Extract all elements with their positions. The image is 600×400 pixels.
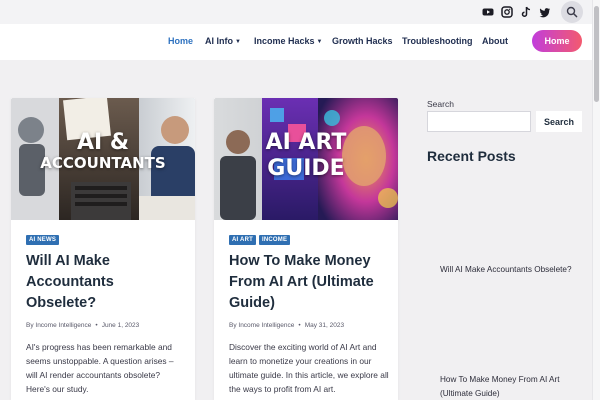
post-tags: AI NEWS <box>26 235 60 245</box>
post-card: AI & ACCOUNTANTS AI NEWS Will AI Make Ac… <box>11 98 195 400</box>
home-button[interactable]: Home <box>532 30 582 52</box>
sidebar-search-label: Search <box>427 99 454 109</box>
tag-badge[interactable]: AI NEWS <box>26 235 60 245</box>
nav-growth-hacks[interactable]: Growth Hacks <box>332 36 393 46</box>
scrollbar-thumb[interactable] <box>594 6 599 102</box>
recent-post-link[interactable]: Will AI Make Accountants Obselete? <box>440 263 590 277</box>
post-date: May 31, 2023 <box>304 322 345 329</box>
nav-about[interactable]: About <box>482 36 508 46</box>
youtube-icon[interactable] <box>481 5 495 19</box>
meta-separator: • <box>95 322 98 329</box>
nav-income-hacks-label: Income Hacks <box>254 36 315 46</box>
post-card: AI ART GUIDE AI ART INCOME How To Make M… <box>214 98 398 400</box>
post-title[interactable]: Will AI Make Accountants Obselete? <box>26 251 186 314</box>
nav-ai-info-label: AI Info <box>205 36 233 46</box>
post-author[interactable]: By Income Intelligence <box>229 322 294 329</box>
nav-income-hacks[interactable]: Income Hacks ▼ <box>254 36 322 46</box>
top-bar <box>0 0 600 24</box>
search-icon[interactable] <box>561 1 583 23</box>
nav-home[interactable]: Home <box>168 36 193 46</box>
meta-separator: • <box>298 322 301 329</box>
post-tags: AI ART INCOME <box>229 235 291 245</box>
image-caption-bottom: GUIDE <box>267 156 345 181</box>
tag-badge[interactable]: INCOME <box>258 235 291 245</box>
post-date: June 1, 2023 <box>101 322 140 329</box>
twitter-icon[interactable] <box>538 5 552 19</box>
chevron-down-icon: ▼ <box>235 39 241 45</box>
nav-ai-info[interactable]: AI Info ▼ <box>205 36 241 46</box>
nav-troubleshooting[interactable]: Troubleshooting <box>402 36 473 46</box>
recent-post-link[interactable]: How To Make Money From AI Art (Ultimate … <box>440 373 590 400</box>
post-excerpt: Discover the exciting world of AI Art an… <box>229 342 389 394</box>
post-thumbnail[interactable]: AI ART GUIDE <box>214 98 398 220</box>
image-caption-top: AI ART <box>265 130 347 155</box>
sidebar-search-input[interactable] <box>427 111 531 132</box>
recent-posts-heading: Recent Posts <box>427 148 516 164</box>
post-author[interactable]: By Income Intelligence <box>26 322 91 329</box>
instagram-icon[interactable] <box>500 5 514 19</box>
image-caption-bottom: ACCOUNTANTS <box>40 154 166 172</box>
post-meta: By Income Intelligence • June 1, 2023 <box>26 322 139 329</box>
chevron-down-icon: ▼ <box>316 39 323 45</box>
post-title[interactable]: How To Make Money From AI Art (Ultimate … <box>229 251 389 314</box>
main-header: Home AI Info ▼ Income Hacks ▼ Growth Hacks… <box>0 24 600 60</box>
post-thumbnail[interactable]: AI & ACCOUNTANTS <box>11 98 195 220</box>
post-meta: By Income Intelligence • May 31, 2023 <box>229 322 344 329</box>
image-caption-top: AI & <box>76 130 130 155</box>
sidebar-search-button[interactable]: Search <box>536 111 582 132</box>
tag-badge[interactable]: AI ART <box>229 235 256 245</box>
tiktok-icon[interactable] <box>519 5 533 19</box>
post-excerpt: AI's progress has been remarkable and se… <box>26 342 174 394</box>
